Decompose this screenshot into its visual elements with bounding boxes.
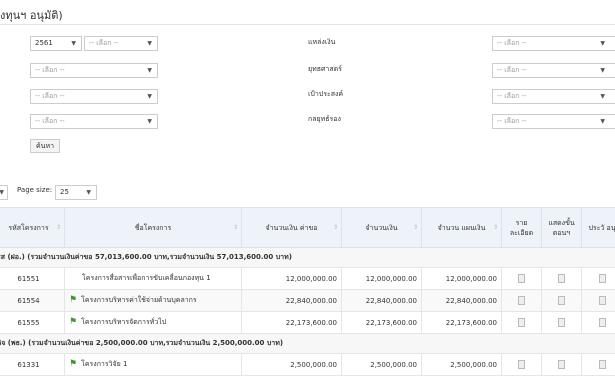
group-row: รส (ฝอ.) (รวมจำนวนเงินค่าขอ 57,013,600.0… xyxy=(0,247,615,268)
tactic-label: กลยุทธ์รอง xyxy=(308,115,341,123)
cell-amount: 22,840,000.00 xyxy=(341,289,422,312)
cell-code: 61554 xyxy=(0,289,65,312)
assess-cell xyxy=(581,353,615,376)
assess-cell xyxy=(581,311,615,334)
filter-select-4[interactable]: -- เลือก -- ▼ xyxy=(30,114,158,129)
page-size-label: Page size: xyxy=(17,186,53,194)
assess-cell xyxy=(581,267,615,290)
flag-icon: ⚑ xyxy=(69,317,78,327)
col-header-detail[interactable]: ราย ละเอียด xyxy=(501,207,542,248)
chevron-down-icon: ▼ xyxy=(86,189,91,196)
col-header-plan-amount[interactable]: จำนวน แผนเงิน ⇕ xyxy=(421,207,502,248)
cell-request-amount: 2,500,000.00 xyxy=(241,353,342,376)
chevron-down-icon: ▼ xyxy=(147,67,152,74)
cell-plan-amount: 2,500,000.00 xyxy=(421,353,502,376)
group-title: กิจ (พธ.) (รวมจำนวนเงินค่าขอ 2,500,000.0… xyxy=(0,333,615,354)
funding-source-label: แหล่งเงิน xyxy=(308,38,336,46)
document-icon[interactable] xyxy=(558,296,565,305)
project-table: รหัสโครงการ ⇕ ชื่อโครงการ ⇕ จำนวนเงิน ค่าข… xyxy=(0,207,615,376)
sort-icon: ⇕ xyxy=(492,223,498,231)
sort-icon: ⇕ xyxy=(232,223,238,231)
chevron-down-icon: ▼ xyxy=(600,67,605,74)
detail-cell xyxy=(501,289,542,312)
cell-name: ⚑ โครงการบริหารค่าใช้จ่ายด้านบุคลากร xyxy=(64,289,242,312)
page-select[interactable]: ▼ xyxy=(0,185,8,200)
document-icon[interactable] xyxy=(518,360,525,369)
document-icon[interactable] xyxy=(598,296,606,305)
table-row: 61554 ⚑ โครงการบริหารค่าใช้จ่ายด้านบุคลาก… xyxy=(0,289,615,312)
divider xyxy=(0,24,615,25)
cell-amount: 2,500,000.00 xyxy=(341,353,422,376)
assess-cell xyxy=(581,289,615,312)
col-header-name[interactable]: ชื่อโครงการ ⇕ xyxy=(64,207,242,248)
chevron-down-icon: ▼ xyxy=(600,118,605,125)
chevron-down-icon: ▼ xyxy=(0,186,4,199)
cell-code: 61331 xyxy=(0,353,65,376)
cell-amount: 12,000,000.00 xyxy=(341,267,422,290)
table-row: 61551 โครงการสื่อสารเพื่อการขับเคลื่อนกอ… xyxy=(0,267,615,290)
strategy-label: ยุทธศาสตร์ xyxy=(308,65,342,73)
objective-label: เป้าประสงค์ xyxy=(308,90,344,98)
year-sub-select[interactable]: -- เลือก -- ▼ xyxy=(84,36,158,51)
detail-cell xyxy=(501,311,542,334)
chevron-down-icon: ▼ xyxy=(147,40,152,47)
chevron-down-icon: ▼ xyxy=(147,93,152,100)
document-icon[interactable] xyxy=(598,360,606,369)
document-icon[interactable] xyxy=(598,318,606,327)
filter-select-2[interactable]: -- เลือก -- ▼ xyxy=(30,63,158,78)
chevron-down-icon: ▼ xyxy=(71,40,76,47)
cell-name: ⚑ โครงการวิจัย 1 xyxy=(64,353,242,376)
cell-request-amount: 22,840,000.00 xyxy=(241,289,342,312)
table-row: 61555 ⚑ โครงการบริหารจัดการทั่วไป 22,173,… xyxy=(0,311,615,334)
col-header-request-amount[interactable]: จำนวนเงิน ค่าขอ ⇕ xyxy=(241,207,342,248)
cell-plan-amount: 22,173,600.00 xyxy=(421,311,502,334)
strategy-select[interactable]: -- เลือก -- ▼ xyxy=(492,63,615,78)
cell-plan-amount: 22,840,000.00 xyxy=(421,289,502,312)
cell-amount: 22,173,600.00 xyxy=(341,311,422,334)
year-select[interactable]: 2561 ▼ xyxy=(30,36,82,51)
cell-request-amount: 22,173,600.00 xyxy=(241,311,342,334)
col-header-code[interactable]: รหัสโครงการ ⇕ xyxy=(0,207,65,248)
document-icon[interactable] xyxy=(558,274,565,283)
chevron-down-icon: ▼ xyxy=(600,93,605,100)
table-row: 61331 ⚑ โครงการวิจัย 1 2,500,000.00 2,500… xyxy=(0,353,615,376)
group-row: กิจ (พธ.) (รวมจำนวนเงินค่าขอ 2,500,000.0… xyxy=(0,333,615,354)
search-button[interactable]: ค้นหา xyxy=(30,139,60,153)
sort-icon: ⇕ xyxy=(332,223,338,231)
show-answer-cell xyxy=(541,353,582,376)
show-answer-cell xyxy=(541,267,582,290)
tactic-select[interactable]: -- เลือก -- ▼ xyxy=(492,114,615,129)
page-size-select[interactable]: 25 ▼ xyxy=(55,185,97,200)
cell-plan-amount: 12,000,000.00 xyxy=(421,267,502,290)
show-answer-cell xyxy=(541,289,582,312)
cell-name: โครงการสื่อสารเพื่อการขับเคลื่อนกองทุน 1 xyxy=(64,267,242,290)
detail-cell xyxy=(501,353,542,376)
document-icon[interactable] xyxy=(518,274,525,283)
sort-icon: ⇕ xyxy=(412,223,418,231)
sort-icon: ⇕ xyxy=(55,223,61,231)
funding-source-select[interactable]: -- เลือก -- ▼ xyxy=(492,36,615,51)
document-icon[interactable] xyxy=(518,318,525,327)
show-answer-cell xyxy=(541,311,582,334)
chevron-down-icon: ▼ xyxy=(600,40,605,47)
group-title: รส (ฝอ.) (รวมจำนวนเงินค่าขอ 57,013,600.0… xyxy=(0,247,615,268)
document-icon[interactable] xyxy=(558,360,565,369)
cell-name: ⚑ โครงการบริหารจัดการทั่วไป xyxy=(64,311,242,334)
chevron-down-icon: ▼ xyxy=(147,118,152,125)
cell-code: 61551 xyxy=(0,267,65,290)
objective-select[interactable]: -- เลือก -- ▼ xyxy=(492,89,615,104)
document-icon[interactable] xyxy=(558,318,565,327)
document-icon[interactable] xyxy=(518,296,525,305)
cell-request-amount: 12,000,000.00 xyxy=(241,267,342,290)
filter-select-3[interactable]: -- เลือก -- ▼ xyxy=(30,89,158,104)
document-icon[interactable] xyxy=(598,274,606,283)
detail-cell xyxy=(501,267,542,290)
page-title: งทุนฯ อนุมัติ) xyxy=(0,9,63,22)
col-header-assess[interactable]: ประวั อนุ xyxy=(581,207,615,248)
flag-icon: ⚑ xyxy=(69,295,78,305)
flag-icon: ⚑ xyxy=(69,359,78,369)
cell-code: 61555 xyxy=(0,311,65,334)
col-header-show-answer[interactable]: แสดงขั้น ตอนฯ xyxy=(541,207,582,248)
col-header-amount[interactable]: จำนวนเงิน ⇕ xyxy=(341,207,422,248)
